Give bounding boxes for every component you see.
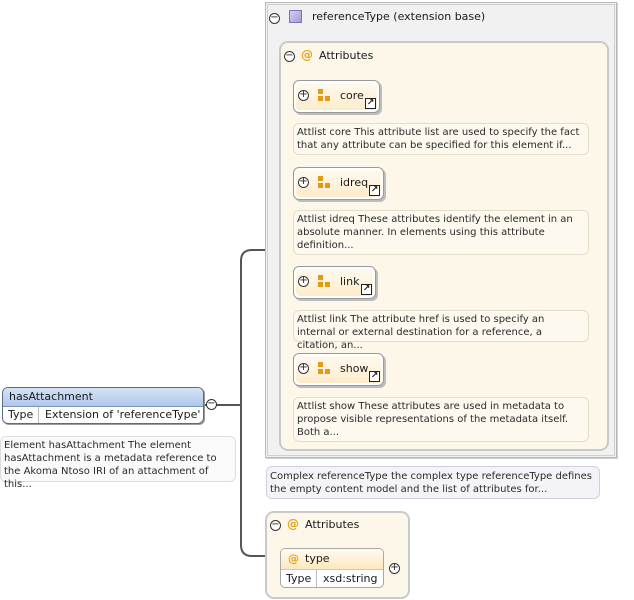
attlist-link[interactable]: + link ↗ — [293, 266, 376, 299]
collapse-icon[interactable]: − — [270, 520, 281, 531]
link-arrow-icon[interactable]: ↗ — [369, 185, 380, 196]
complex-type-icon — [289, 10, 302, 23]
expand-icon[interactable]: + — [389, 563, 400, 574]
attribute-type[interactable]: @ type Type xsd:string — [280, 548, 384, 588]
attribute-group-icon — [318, 89, 330, 101]
type-key: Type — [281, 570, 317, 587]
link-arrow-icon[interactable]: ↗ — [365, 98, 376, 109]
attlist-description: Attlist idreq These attributes identify … — [293, 210, 589, 255]
attlist-name: idreq — [340, 176, 369, 189]
attlist-name: show — [340, 362, 369, 375]
attlist-name: link — [340, 275, 360, 288]
type-value: xsd:string — [323, 572, 378, 585]
attribute-group-icon — [318, 275, 330, 287]
element-description: Element hasAttachment The element hasAtt… — [0, 436, 236, 490]
link-arrow-icon[interactable]: ↗ — [361, 284, 372, 295]
attlist-name: core — [340, 89, 364, 102]
attribute-group-icon — [318, 362, 330, 374]
link-arrow-icon[interactable]: ↗ — [369, 371, 380, 382]
attribute-group-icon — [318, 176, 330, 188]
attribute-icon: @ — [288, 552, 299, 565]
collapse-icon[interactable]: − — [269, 13, 280, 24]
attribute-name: type — [305, 552, 330, 565]
attlist-description: Attlist show These attributes are used i… — [293, 397, 589, 442]
type-value: Extension of 'referenceType' — [45, 408, 201, 421]
expand-icon[interactable]: + — [298, 276, 309, 287]
attribute-icon: @ — [287, 517, 299, 531]
attribute-icon: @ — [301, 48, 313, 62]
attributes-label: Attributes — [305, 518, 360, 531]
attlist-description: Attlist core This attribute list are use… — [293, 123, 589, 155]
attlist-description: Attlist link The attribute href is used … — [293, 310, 589, 351]
expand-icon[interactable]: + — [298, 90, 309, 101]
attlist-show[interactable]: + show ↗ — [293, 353, 384, 386]
expand-icon[interactable]: + — [298, 177, 309, 188]
has-attachment-element[interactable]: hasAttachment Type Extension of 'referen… — [2, 387, 204, 424]
collapse-icon[interactable]: − — [206, 399, 217, 410]
type-key: Type — [3, 407, 39, 423]
reference-type-title: referenceType (extension base) — [312, 10, 486, 23]
attlist-idreq[interactable]: + idreq ↗ — [293, 167, 384, 200]
attlist-core[interactable]: + core ↗ — [293, 80, 380, 113]
attributes-label: Attributes — [319, 49, 374, 62]
reference-type-description: Complex referenceType the complex type r… — [266, 466, 600, 499]
expand-icon[interactable]: + — [298, 363, 309, 374]
collapse-icon[interactable]: − — [284, 51, 295, 62]
element-name: hasAttachment — [9, 390, 93, 403]
